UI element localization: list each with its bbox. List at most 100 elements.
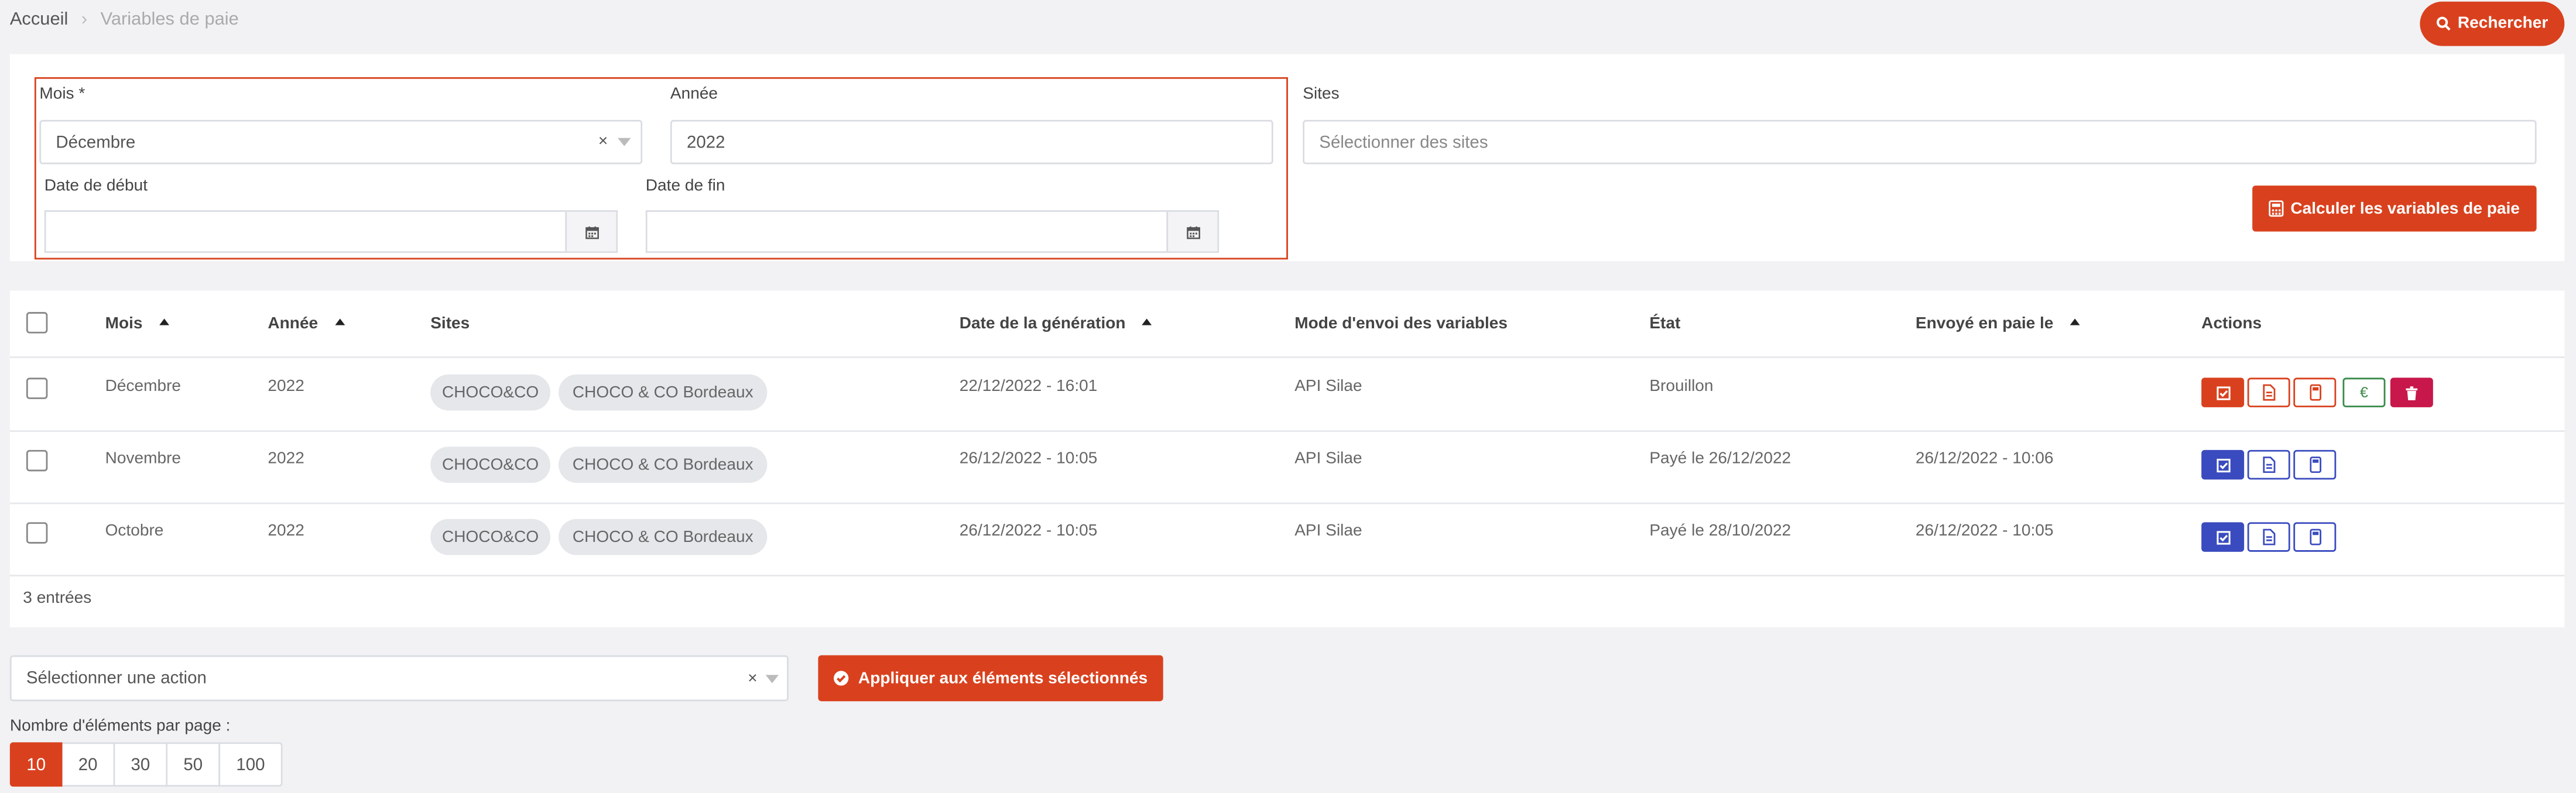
sites-label: Sites [1303, 85, 1340, 104]
row-checkbox[interactable] [26, 522, 48, 544]
mois-clear-icon[interactable]: × [598, 133, 608, 151]
euro-button[interactable]: € [2342, 377, 2386, 407]
calculate-button[interactable] [2293, 449, 2337, 480]
payroll-variables-page: Accueil › Variables de paie Rechercher M… [0, 0, 2576, 793]
site-chip: CHOCO&CO [430, 519, 551, 555]
euro-icon: € [2359, 384, 2368, 401]
cell-mode-envoi: API Silae [1294, 449, 1362, 468]
search-button[interactable]: Rechercher [2420, 1, 2565, 46]
sites-select[interactable]: Sélectionner des sites [1303, 119, 2537, 164]
cell-mois: Décembre [105, 377, 181, 396]
per-page-label: Nombre d'éléments par page : [9, 718, 231, 736]
column-header-mois[interactable]: Mois [105, 315, 169, 334]
calculate-variables-button[interactable]: Calculer les variables de paie [2252, 186, 2537, 232]
file-export-icon [2262, 528, 2276, 545]
export-file-button[interactable] [2247, 522, 2290, 552]
entries-count: 3 entrées [23, 589, 92, 608]
calculator-icon [2269, 200, 2284, 217]
search-button-label: Rechercher [2457, 15, 2548, 33]
chevron-down-icon [618, 138, 631, 146]
row-divider [9, 356, 2565, 358]
apply-to-selected-button[interactable]: Appliquer aux éléments sélectionnés [818, 655, 1163, 702]
cell-mode-envoi: API Silae [1294, 522, 1362, 541]
export-file-button[interactable] [2247, 449, 2290, 480]
apply-label: Appliquer aux éléments sélectionnés [858, 669, 1148, 688]
cell-mois: Octobre [105, 522, 164, 541]
delete-button[interactable] [2390, 377, 2433, 407]
sort-icon [1142, 318, 1152, 325]
cell-date-generation: 22/12/2022 - 16:01 [959, 377, 1098, 396]
column-header-actions: Actions [2201, 315, 2262, 334]
cell-mois: Novembre [105, 449, 181, 468]
cell-envoye: 26/12/2022 - 10:05 [1915, 522, 2054, 541]
calculator-icon [2308, 456, 2321, 473]
breadcrumb-current: Variables de paie [100, 9, 239, 30]
site-chip: CHOCO&CO [430, 374, 551, 411]
column-header-date-generation[interactable]: Date de la génération [960, 315, 1152, 334]
check-square-icon [2215, 457, 2230, 472]
file-export-icon [2262, 384, 2276, 401]
date-debut-label: Date de début [44, 177, 148, 195]
export-file-button[interactable] [2247, 377, 2290, 407]
breadcrumb-home-link[interactable]: Accueil [10, 10, 68, 30]
sort-icon [2070, 318, 2080, 325]
date-fin-input[interactable] [645, 210, 1220, 253]
column-header-envoye[interactable]: Envoyé en paie le [1916, 315, 2080, 334]
per-page-option-30[interactable]: 30 [115, 742, 168, 787]
row-checkbox[interactable] [26, 449, 48, 472]
chevron-down-icon [765, 674, 779, 682]
cell-date-generation: 26/12/2022 - 10:05 [959, 522, 1098, 541]
date-fin-label: Date de fin [645, 177, 725, 195]
calculate-button[interactable] [2293, 522, 2337, 552]
cell-etat: Payé le 26/12/2022 [1649, 449, 1791, 468]
row-checkbox[interactable] [26, 377, 48, 399]
calculator-icon [2308, 528, 2321, 545]
breadcrumb: Accueil › Variables de paie [10, 10, 239, 30]
annee-input[interactable]: 2022 [670, 119, 1273, 164]
per-page-option-10[interactable]: 10 [9, 742, 63, 787]
payroll-table: Mois Année Sites Date de la génération M… [9, 290, 2565, 627]
row-divider [9, 502, 2565, 504]
validate-button[interactable] [2201, 449, 2245, 480]
calculate-variables-label: Calculer les variables de paie [2290, 199, 2520, 218]
row-divider [9, 575, 2565, 576]
site-chip: CHOCO & CO Bordeaux [559, 519, 768, 555]
search-icon [2436, 16, 2451, 31]
select-all-checkbox[interactable] [26, 312, 48, 334]
column-header-annee[interactable]: Année [268, 315, 345, 334]
per-page-option-50[interactable]: 50 [167, 742, 221, 787]
validate-button[interactable] [2201, 522, 2245, 552]
column-header-etat: État [1649, 315, 1681, 334]
cell-envoye: 26/12/2022 - 10:06 [1915, 449, 2054, 468]
bulk-action-placeholder: Sélectionner une action [26, 668, 207, 688]
cell-mode-envoi: API Silae [1294, 377, 1362, 396]
calendar-icon[interactable] [565, 211, 616, 252]
filter-panel: Mois * Décembre × Année 2022 Sites Sélec… [9, 54, 2565, 262]
sort-icon [334, 318, 345, 325]
mois-label: Mois * [39, 85, 85, 104]
date-debut-input[interactable] [44, 210, 618, 253]
bulk-action-select[interactable]: Sélectionner une action × [9, 655, 789, 702]
row-divider [9, 430, 2565, 432]
column-header-mode-envoi: Mode d'envoi des variables [1294, 315, 1508, 334]
mois-select[interactable]: Décembre × [39, 119, 643, 164]
site-chip: CHOCO & CO Bordeaux [559, 374, 768, 411]
annee-label: Année [670, 85, 718, 104]
calculate-button[interactable] [2293, 377, 2337, 407]
calculator-icon [2308, 384, 2321, 401]
cell-annee: 2022 [268, 449, 304, 468]
per-page-selector: 10 20 30 50 100 [9, 742, 283, 787]
sites-placeholder: Sélectionner des sites [1319, 132, 1488, 152]
bulk-action-clear-icon[interactable]: × [748, 669, 757, 687]
calendar-icon[interactable] [1166, 211, 1218, 252]
annee-input-value: 2022 [686, 132, 725, 152]
per-page-option-100[interactable]: 100 [220, 742, 283, 787]
trash-icon [2405, 385, 2418, 400]
check-circle-icon [834, 670, 850, 686]
cell-etat: Payé le 28/10/2022 [1649, 522, 1791, 541]
sort-icon [159, 318, 169, 325]
cell-etat: Brouillon [1649, 377, 1714, 396]
per-page-option-20[interactable]: 20 [62, 742, 115, 787]
validate-button[interactable] [2201, 377, 2245, 407]
column-header-sites: Sites [430, 315, 470, 334]
